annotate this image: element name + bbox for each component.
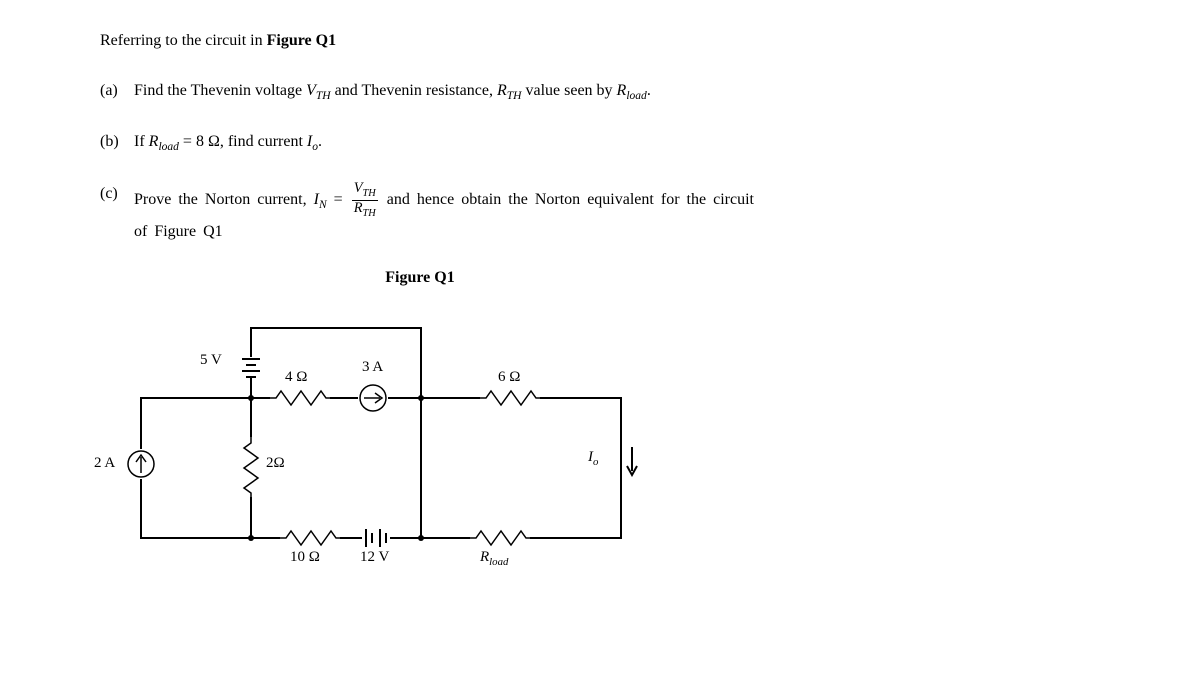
label-12v: 12 V xyxy=(360,549,389,566)
pa-rth-sub: TH xyxy=(507,90,522,102)
pc-frac: VTHRTH xyxy=(352,181,378,220)
label-10ohm: 10 Ω xyxy=(290,549,320,566)
pa-t4: . xyxy=(647,82,651,99)
pa-vth: V xyxy=(306,82,316,99)
wire xyxy=(340,537,362,539)
wire xyxy=(420,327,422,399)
label-3a: 3 A xyxy=(362,359,383,376)
wire xyxy=(620,397,622,539)
pb-t3: . xyxy=(318,133,322,150)
pa-rload-sub: load xyxy=(626,90,646,102)
pb-t1: If xyxy=(134,133,149,150)
part-a: (a) Find the Thevenin voltage VTH and Th… xyxy=(100,78,1134,106)
resistor-4ohm xyxy=(270,389,330,412)
intro-text: Referring to the circuit in xyxy=(100,32,267,49)
part-a-body: Find the Thevenin voltage VTH and Theven… xyxy=(134,78,754,106)
wire xyxy=(250,537,280,539)
part-c-label: (c) xyxy=(100,181,130,207)
pb-rload-sub: load xyxy=(158,141,178,153)
circuit-diagram: 5 V 4 Ω 3 A 6 Ω 2 A xyxy=(80,297,680,597)
wire xyxy=(250,327,420,329)
rload-sub: load xyxy=(489,556,508,568)
part-c: (c) Prove the Norton current, IN = VTHRT… xyxy=(100,181,1134,245)
label-rload: Rload xyxy=(480,549,508,568)
node-dot xyxy=(418,395,424,401)
label-2ohm: 2Ω xyxy=(266,455,285,472)
pb-t2: = 8 Ω, find current xyxy=(179,133,307,150)
pa-t1: Find the Thevenin voltage xyxy=(134,82,306,99)
node-dot xyxy=(248,395,254,401)
wire xyxy=(250,397,252,437)
current-source-3a xyxy=(358,383,388,418)
pa-rload: R xyxy=(617,82,627,99)
wire xyxy=(140,479,142,539)
wire xyxy=(330,397,358,399)
intro-fig: Figure Q1 xyxy=(267,32,336,49)
pc-t1: Prove the Norton current, xyxy=(134,191,314,208)
io-arrow-icon xyxy=(626,447,638,482)
pc-in-sub: N xyxy=(319,199,327,211)
pc-num-sub: TH xyxy=(363,188,376,199)
wire xyxy=(140,397,142,449)
part-b-label: (b) xyxy=(100,129,130,155)
intro-line: Referring to the circuit in Figure Q1 xyxy=(100,28,1134,54)
wire xyxy=(530,537,622,539)
pa-rth: R xyxy=(497,82,507,99)
wire xyxy=(250,327,252,357)
wire xyxy=(390,537,470,539)
pc-fig: Figure Q1 xyxy=(154,223,222,240)
part-a-label: (a) xyxy=(100,78,130,104)
part-c-body: Prove the Norton current, IN = VTHRTH an… xyxy=(134,181,754,245)
pb-rload: R xyxy=(149,133,159,150)
wire xyxy=(250,497,252,539)
voltage-source-5v xyxy=(238,355,264,384)
figure-caption: Figure Q1 xyxy=(360,269,480,287)
resistor-2ohm xyxy=(242,437,260,502)
io-sub: o xyxy=(593,456,598,468)
question-block: Referring to the circuit in Figure Q1 (a… xyxy=(100,28,1134,245)
pc-eq: = xyxy=(327,191,350,208)
label-6ohm: 6 Ω xyxy=(498,369,520,386)
wire xyxy=(420,397,422,539)
wire xyxy=(388,397,480,399)
label-io: Io xyxy=(588,449,598,468)
pa-vth-sub: TH xyxy=(316,90,331,102)
wire xyxy=(540,397,622,399)
wire xyxy=(140,397,252,399)
pc-den-sub: TH xyxy=(363,207,376,218)
label-2a: 2 A xyxy=(94,455,115,472)
node-dot xyxy=(418,535,424,541)
pa-t3: value seen by xyxy=(521,82,616,99)
resistor-6ohm xyxy=(480,389,540,412)
pa-t2: and Thevenin resistance, xyxy=(331,82,497,99)
pc-num-v: V xyxy=(354,180,363,196)
pc-den-r: R xyxy=(354,200,363,216)
label-5v: 5 V xyxy=(200,352,222,369)
wire xyxy=(140,537,252,539)
node-dot xyxy=(248,535,254,541)
current-source-2a xyxy=(126,449,156,484)
rload-r: R xyxy=(480,549,489,565)
label-4ohm: 4 Ω xyxy=(285,369,307,386)
part-b: (b) If Rload = 8 Ω, find current Io. xyxy=(100,129,1134,157)
part-b-body: If Rload = 8 Ω, find current Io. xyxy=(134,129,754,157)
